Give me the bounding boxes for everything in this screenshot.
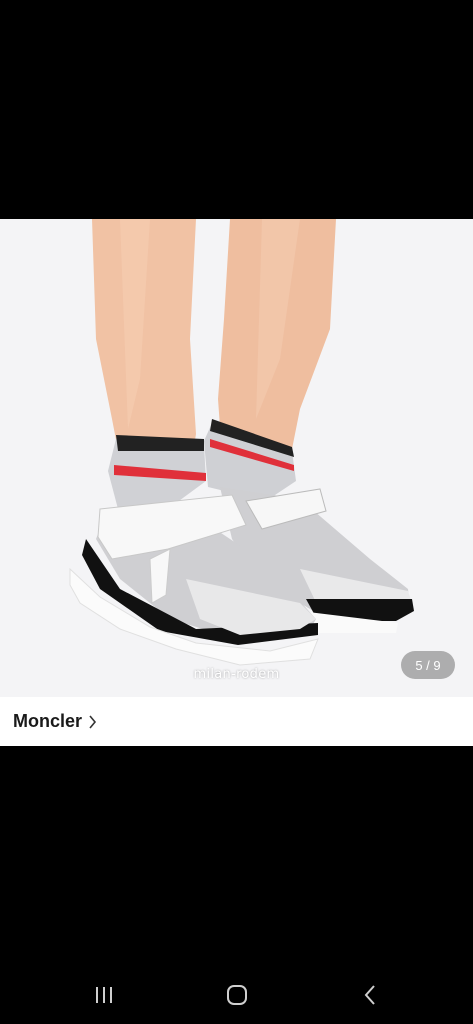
product-image[interactable]: milan-rodem 5 / 9 (0, 219, 473, 697)
image-counter-badge: 5 / 9 (401, 651, 455, 679)
sneaker-photo (69, 219, 414, 666)
recents-icon[interactable] (89, 982, 119, 1008)
brand-name: Moncler (13, 711, 83, 731)
back-icon[interactable] (355, 982, 385, 1008)
brand-link[interactable]: Moncler (0, 697, 473, 746)
chevron-right-icon (88, 714, 97, 729)
system-navigation-bar (0, 966, 473, 1024)
home-icon[interactable] (222, 982, 252, 1008)
